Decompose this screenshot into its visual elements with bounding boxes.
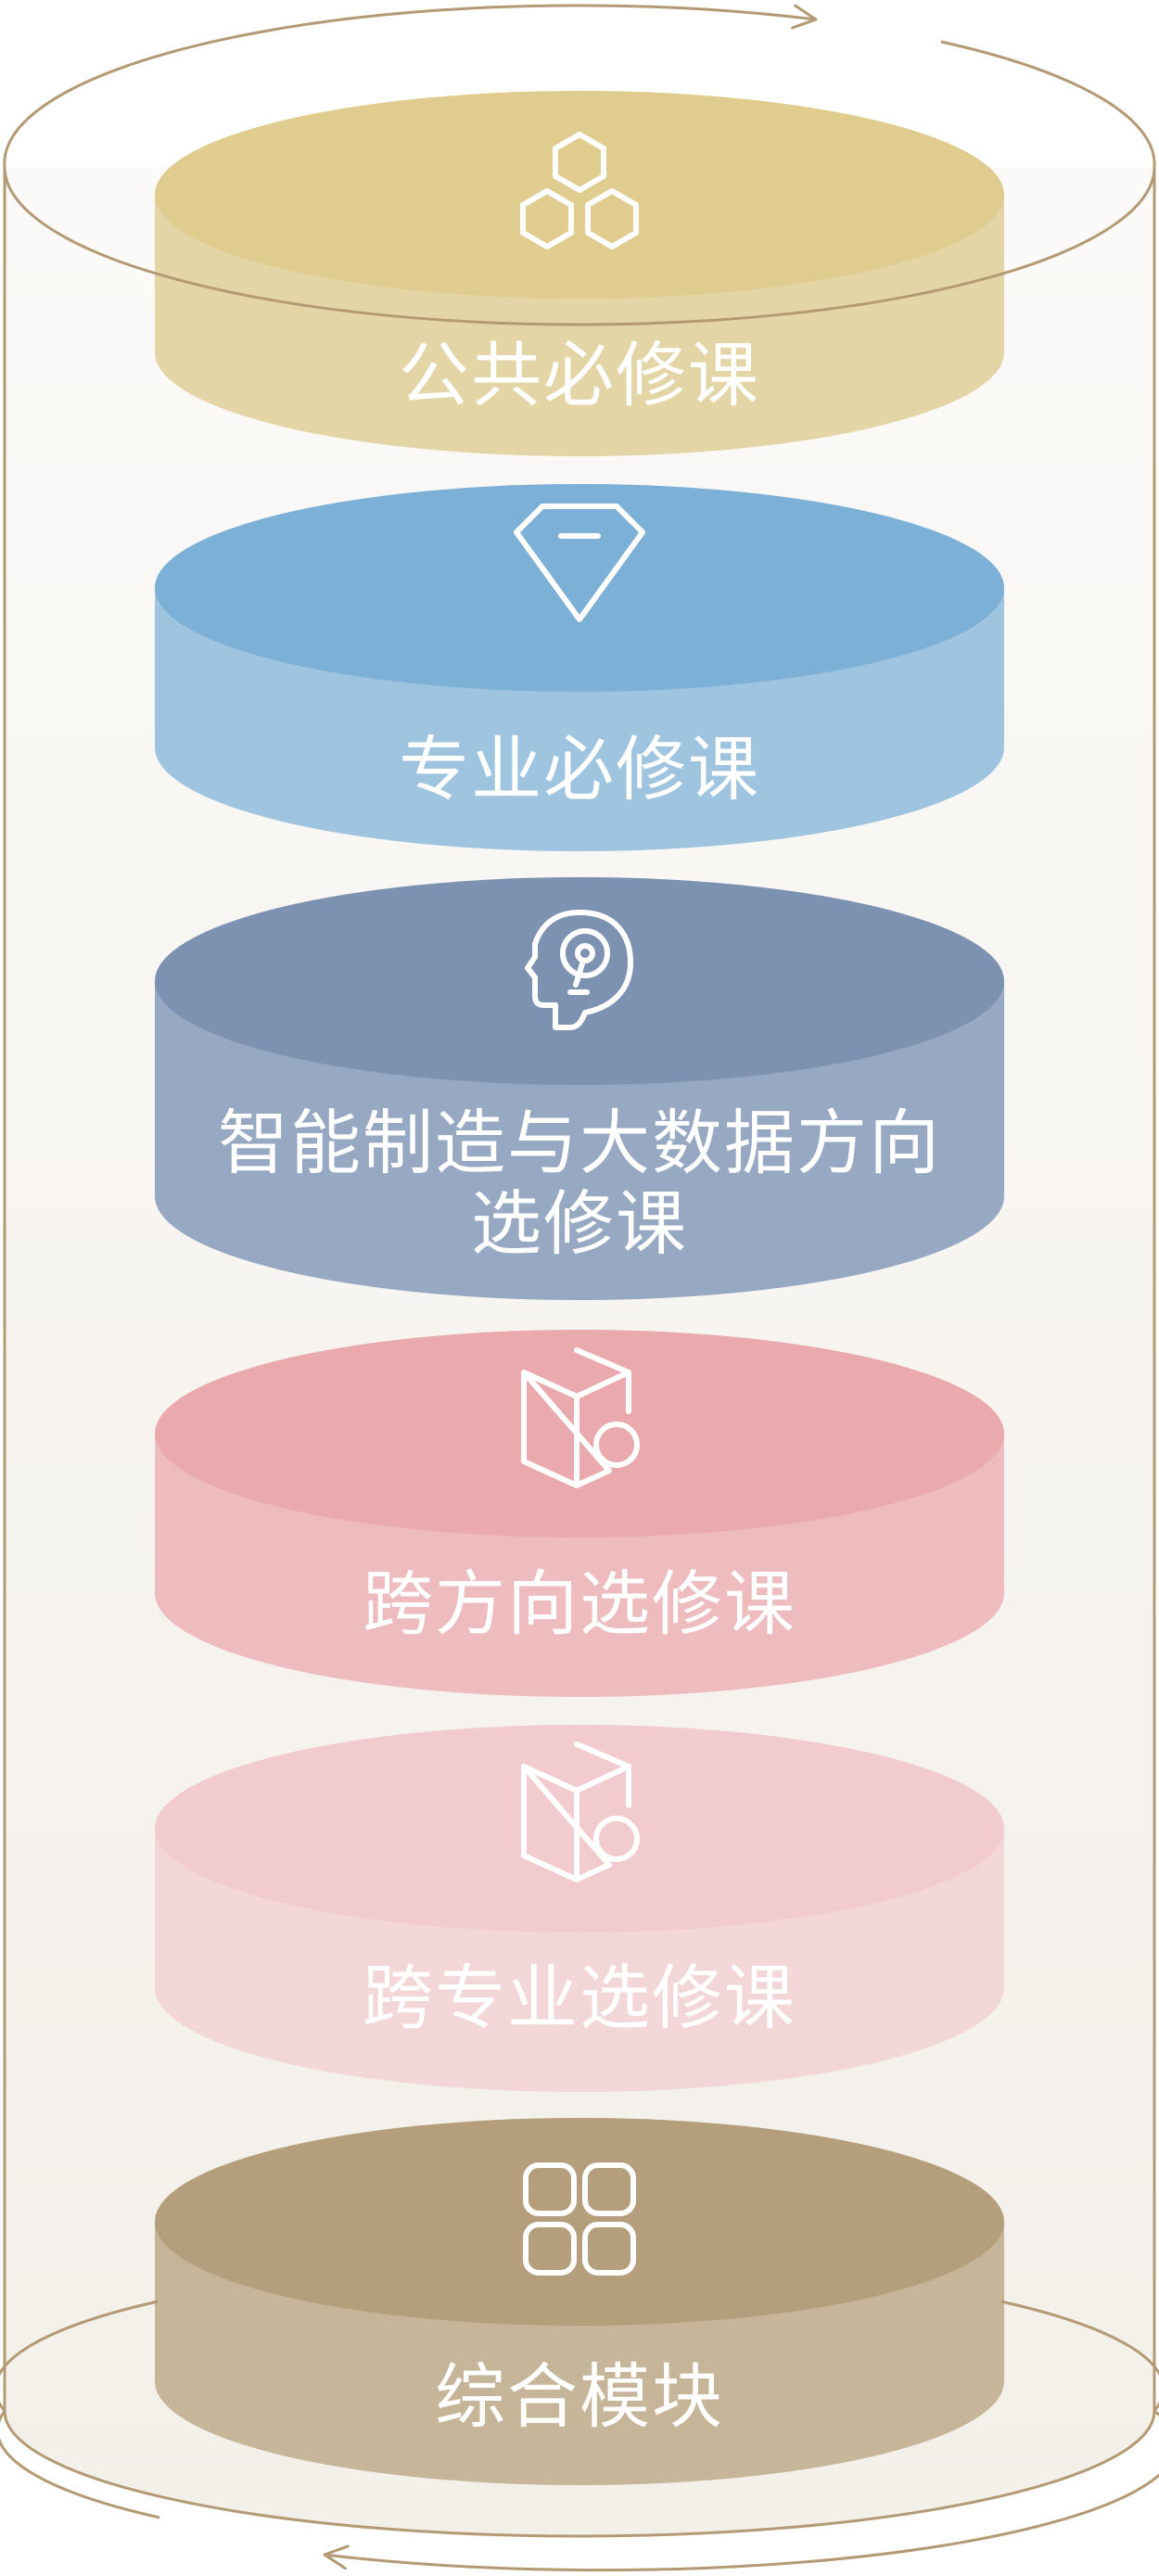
tier-label: 选修课 xyxy=(471,1182,688,1265)
tier-cross-direction-elective: 跨方向选修课 xyxy=(155,1330,1004,1697)
tier-top-face xyxy=(155,91,1004,299)
tier-label: 跨方向选修课 xyxy=(363,1562,796,1645)
tier-top-face xyxy=(155,484,1004,692)
tier-label: 综合模块 xyxy=(435,2355,724,2438)
tier-direction-elective: 智能制造与大数据方向选修课 xyxy=(155,877,1004,1300)
tier-top-face xyxy=(155,2118,1004,2326)
tier-label: 专业必修课 xyxy=(399,728,760,810)
top-ring-back-arc-right xyxy=(940,40,1156,168)
tier-major-required: 专业必修课 xyxy=(155,484,1004,851)
cylinder-diagram: 公共必修课专业必修课智能制造与大数据方向选修课跨方向选修课跨专业选修课综合模块 xyxy=(0,4,1159,2572)
tier-cross-major-elective: 跨专业选修课 xyxy=(155,1725,1004,2092)
tier-public-required: 公共必修课 xyxy=(155,91,1004,456)
tier-label: 跨专业选修课 xyxy=(363,1957,796,2039)
tier-label: 智能制造与大数据方向 xyxy=(218,1102,941,1184)
tier-comprehensive-module: 综合模块 xyxy=(155,2118,1004,2485)
tier-label: 公共必修课 xyxy=(399,334,760,416)
